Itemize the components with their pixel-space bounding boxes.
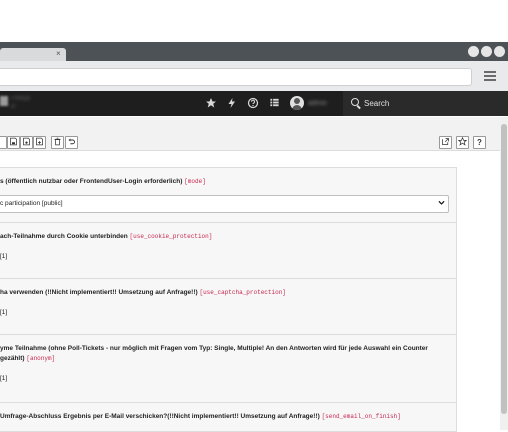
help-icon[interactable] bbox=[246, 97, 260, 111]
field-send-email-on-finish: Umfrage-Abschluss Ergebnis per E-Mail ve… bbox=[0, 403, 456, 431]
save-icon[interactable] bbox=[7, 136, 20, 149]
field-label: s (öffentlich nutzbar oder FrontendUser-… bbox=[0, 178, 206, 185]
avatar[interactable] bbox=[290, 96, 304, 110]
field-label: yme Teilnahme (ohne Poll-Tickets - nur m… bbox=[0, 345, 428, 352]
search-icon bbox=[351, 98, 359, 106]
doc-help-button[interactable]: ? bbox=[473, 136, 486, 149]
close-doc-icon[interactable] bbox=[0, 136, 7, 149]
star-icon[interactable] bbox=[204, 97, 218, 111]
field-value: [1] bbox=[0, 309, 8, 316]
tab-close-icon[interactable]: × bbox=[56, 49, 61, 59]
mode-select-value: c participation [public] bbox=[0, 200, 63, 207]
window-maximize-button[interactable] bbox=[481, 46, 492, 57]
field-value: [1] bbox=[0, 253, 8, 260]
field-label: ha verwenden (!!Nicht implementiert!! Um… bbox=[0, 289, 286, 296]
bookmark-icon[interactable] bbox=[456, 136, 469, 149]
delete-icon[interactable] bbox=[51, 136, 64, 149]
chevron-down-icon bbox=[438, 199, 445, 208]
address-bar[interactable] bbox=[0, 68, 472, 86]
list-icon[interactable] bbox=[267, 97, 281, 111]
site-version: v9 bbox=[10, 104, 16, 110]
field-anonym: yme Teilnahme (ohne Poll-Tickets - nur m… bbox=[0, 335, 456, 403]
field-value: [1] bbox=[0, 375, 8, 382]
field-label: Umfrage-Abschluss Ergebnis per E-Mail ve… bbox=[0, 413, 401, 420]
site-name: TYPO3 bbox=[10, 96, 30, 102]
undo-icon[interactable] bbox=[65, 136, 78, 149]
scrollbar-thumb[interactable] bbox=[501, 124, 507, 414]
form-panel: s (öffentlich nutzbar oder FrontendUser-… bbox=[0, 167, 457, 432]
username[interactable]: admin bbox=[308, 100, 327, 107]
window-close-button[interactable] bbox=[494, 46, 505, 57]
field-use-cookie-protection: ach-Teilnahme durch Cookie unterbinden [… bbox=[0, 223, 456, 279]
mode-select[interactable]: c participation [public] bbox=[0, 195, 449, 213]
field-label: ach-Teilnahme durch Cookie unterbinden [… bbox=[0, 233, 213, 240]
field-label-continued: gezählt) [anonym] bbox=[0, 355, 56, 362]
save-view-icon[interactable] bbox=[20, 136, 33, 149]
field-use-captcha-protection: ha verwenden (!!Nicht implementiert!! Um… bbox=[0, 279, 456, 335]
window-minimize-button[interactable] bbox=[468, 46, 479, 57]
save-new-icon[interactable] bbox=[33, 136, 46, 149]
hamburger-menu-icon[interactable] bbox=[484, 71, 496, 81]
search-label[interactable]: Search bbox=[364, 99, 389, 108]
browser-tab-bar bbox=[0, 42, 508, 61]
app-logo[interactable] bbox=[0, 96, 8, 106]
field-mode: s (öffentlich nutzbar oder FrontendUser-… bbox=[0, 168, 456, 223]
open-new-window-icon[interactable] bbox=[439, 136, 452, 149]
bolt-icon[interactable] bbox=[225, 97, 239, 111]
